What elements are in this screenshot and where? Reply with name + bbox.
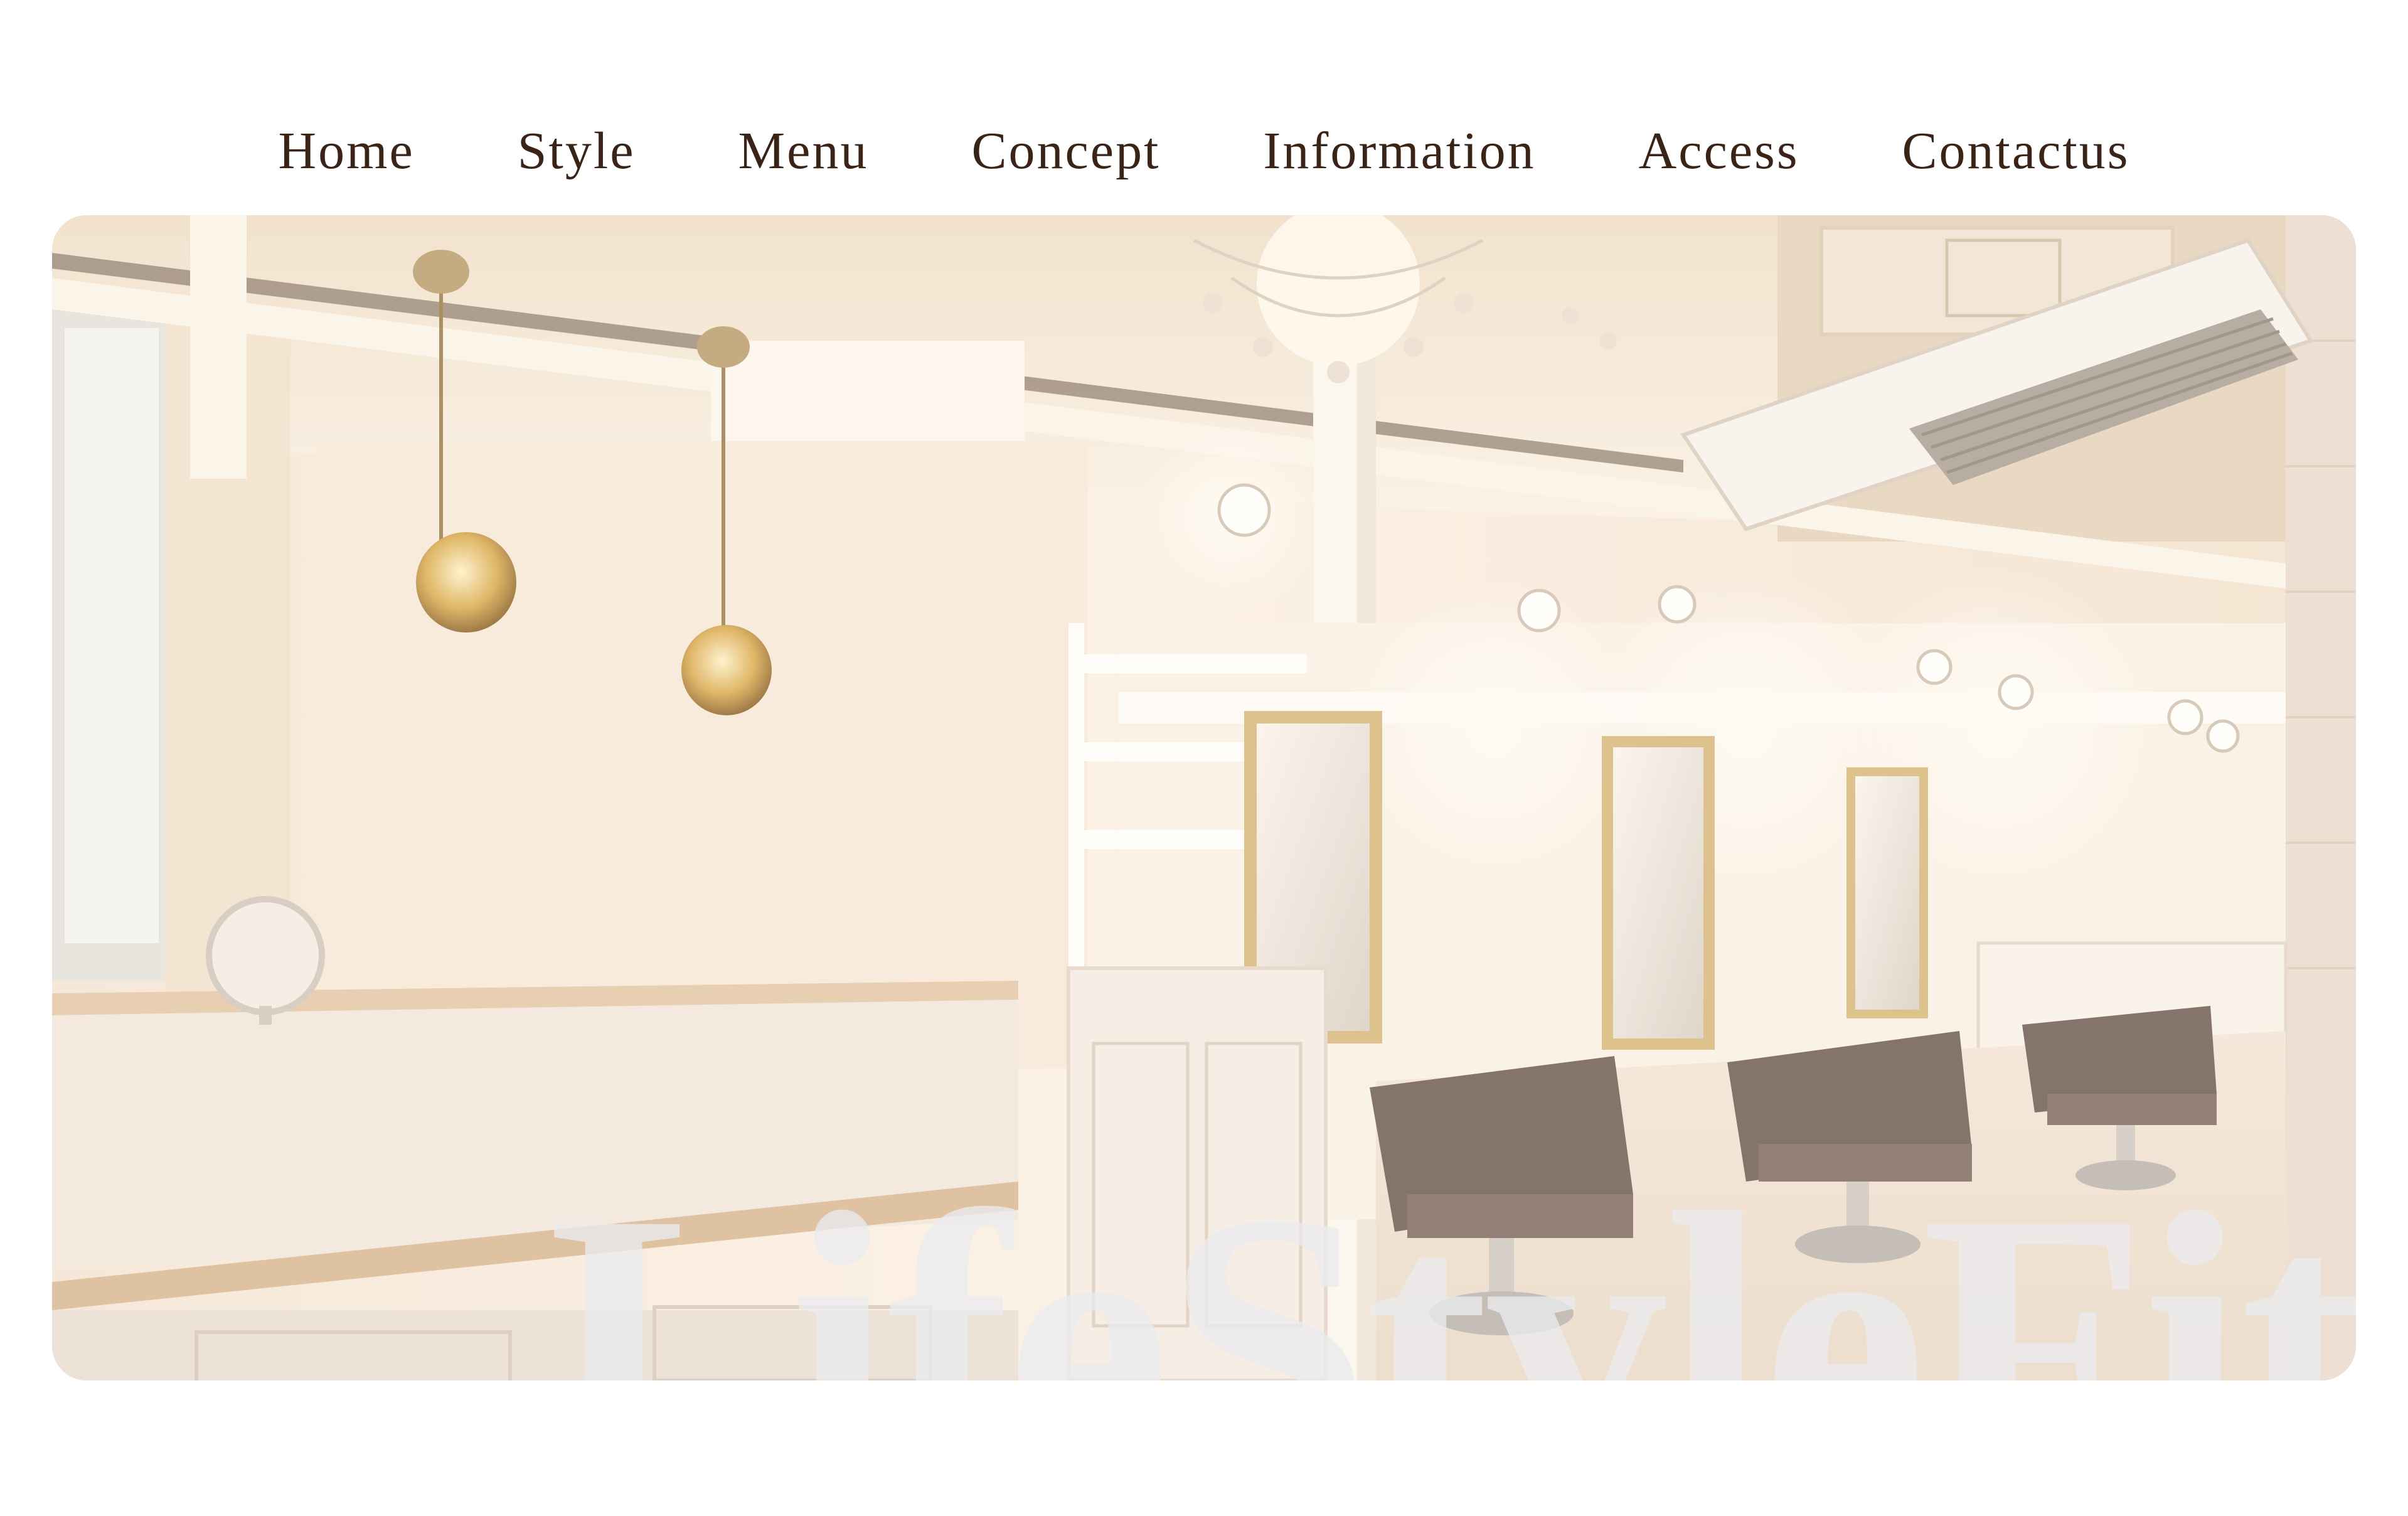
nav-menu-link[interactable]: Menu (738, 120, 868, 181)
nav-contactus-link[interactable]: Contactus (1902, 120, 2130, 181)
nav-home-link[interactable]: Home (279, 120, 415, 181)
hero-banner: LifeStyleFit (52, 215, 2356, 1380)
nav-style-link[interactable]: Style (518, 120, 636, 181)
nav-access-link[interactable]: Access (1639, 120, 1799, 181)
main-nav: Home Style Menu Concept Information Acce… (0, 107, 2408, 195)
nav-concept-link[interactable]: Concept (971, 120, 1160, 181)
hero-title: LifeStyleFit (548, 1136, 2356, 1380)
nav-information-link[interactable]: Information (1263, 120, 1535, 181)
